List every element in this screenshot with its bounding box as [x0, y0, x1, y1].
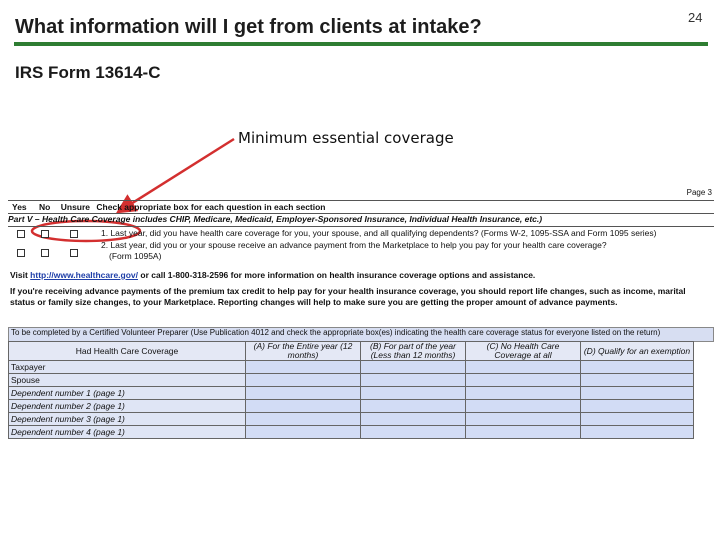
row-label: Spouse: [8, 373, 246, 387]
visit-note: Visit http://www.healthcare.gov/ or call…: [10, 270, 710, 280]
col-header: (A) For the Entire year (12 months): [245, 341, 361, 361]
table-row: Spouse: [8, 373, 694, 387]
table-cell[interactable]: [580, 360, 694, 374]
coverage-table: Had Health Care Coverage (A) For the Ent…: [8, 341, 694, 439]
q2-yes-checkbox[interactable]: [17, 249, 25, 257]
table-cell[interactable]: [360, 360, 466, 374]
table-cell[interactable]: [360, 399, 466, 413]
q2-unsure-checkbox[interactable]: [70, 249, 78, 257]
q1-unsure-checkbox[interactable]: [70, 230, 78, 238]
col-header: (C) No Health Care Coverage at all: [465, 341, 581, 361]
question-2-form: (Form 1095A): [109, 251, 162, 261]
part-v-text: Part V – Health Care Coverage includes C…: [8, 214, 543, 224]
table-cell[interactable]: [465, 360, 581, 374]
table-row: Dependent number 4 (page 1): [8, 425, 694, 439]
form-excerpt: Page 3 Yes No Unsure Check appropriate b…: [8, 188, 714, 450]
table-cell[interactable]: [245, 399, 361, 413]
table-cell[interactable]: [465, 425, 581, 439]
table-cell[interactable]: [580, 399, 694, 413]
col-header: (B) For part of the year (Less than 12 m…: [360, 341, 466, 361]
question-2: 2. Last year, did you or your spouse rec…: [101, 240, 607, 250]
table-cell[interactable]: [245, 412, 361, 426]
table-row: Dependent number 3 (page 1): [8, 412, 694, 426]
visit-prefix: Visit: [10, 270, 28, 280]
table-cell[interactable]: [580, 373, 694, 387]
table-cell[interactable]: [245, 425, 361, 439]
row-label: Dependent number 1 (page 1): [8, 386, 246, 400]
table-row: Taxpayer: [8, 360, 694, 374]
form-page-label: Page 3: [686, 188, 712, 197]
table-cell[interactable]: [360, 425, 466, 439]
table-cell[interactable]: [465, 399, 581, 413]
table-cell[interactable]: [465, 412, 581, 426]
col-header: (D) Qualify for an exemption: [580, 341, 694, 361]
unsure-header: Unsure: [60, 202, 91, 212]
q2-no-checkbox[interactable]: [41, 249, 49, 257]
table-row: Dependent number 1 (page 1): [8, 386, 694, 400]
row-label: Dependent number 3 (page 1): [8, 412, 246, 426]
visit-suffix: or call 1-800-318-2596 for more informat…: [140, 270, 536, 280]
no-header: No: [39, 202, 51, 212]
table-cell[interactable]: [360, 386, 466, 400]
healthcare-link[interactable]: http://www.healthcare.gov/: [30, 270, 138, 280]
table-header-row: Had Health Care Coverage (A) For the Ent…: [8, 341, 694, 361]
table-cell[interactable]: [580, 425, 694, 439]
col-header: Had Health Care Coverage: [8, 341, 246, 361]
row-label: Dependent number 4 (page 1): [8, 425, 246, 439]
q1-yes-checkbox[interactable]: [17, 230, 25, 238]
instruction-header: Check appropriate box for each question …: [96, 202, 326, 212]
table-cell[interactable]: [465, 373, 581, 387]
table-row: Dependent number 2 (page 1): [8, 399, 694, 413]
table-cell[interactable]: [465, 386, 581, 400]
table-cell[interactable]: [360, 412, 466, 426]
row-label: Taxpayer: [8, 360, 246, 374]
table-cell[interactable]: [580, 412, 694, 426]
table-cell[interactable]: [360, 373, 466, 387]
form-header-row: Yes No Unsure Check appropriate box for …: [8, 200, 714, 212]
table-cell[interactable]: [580, 386, 694, 400]
q1-no-checkbox[interactable]: [41, 230, 49, 238]
row-label: Dependent number 2 (page 1): [8, 399, 246, 413]
part-v-heading: Part V – Health Care Coverage includes C…: [8, 213, 714, 227]
table-cell[interactable]: [245, 373, 361, 387]
yes-header: Yes: [12, 202, 27, 212]
table-banner: To be completed by a Certified Volunteer…: [8, 327, 714, 342]
table-cell[interactable]: [245, 360, 361, 374]
question-1: 1. Last year, did you have health care c…: [101, 228, 657, 238]
advance-payment-note: If you're receiving advance payments of …: [10, 286, 686, 307]
table-cell[interactable]: [245, 386, 361, 400]
